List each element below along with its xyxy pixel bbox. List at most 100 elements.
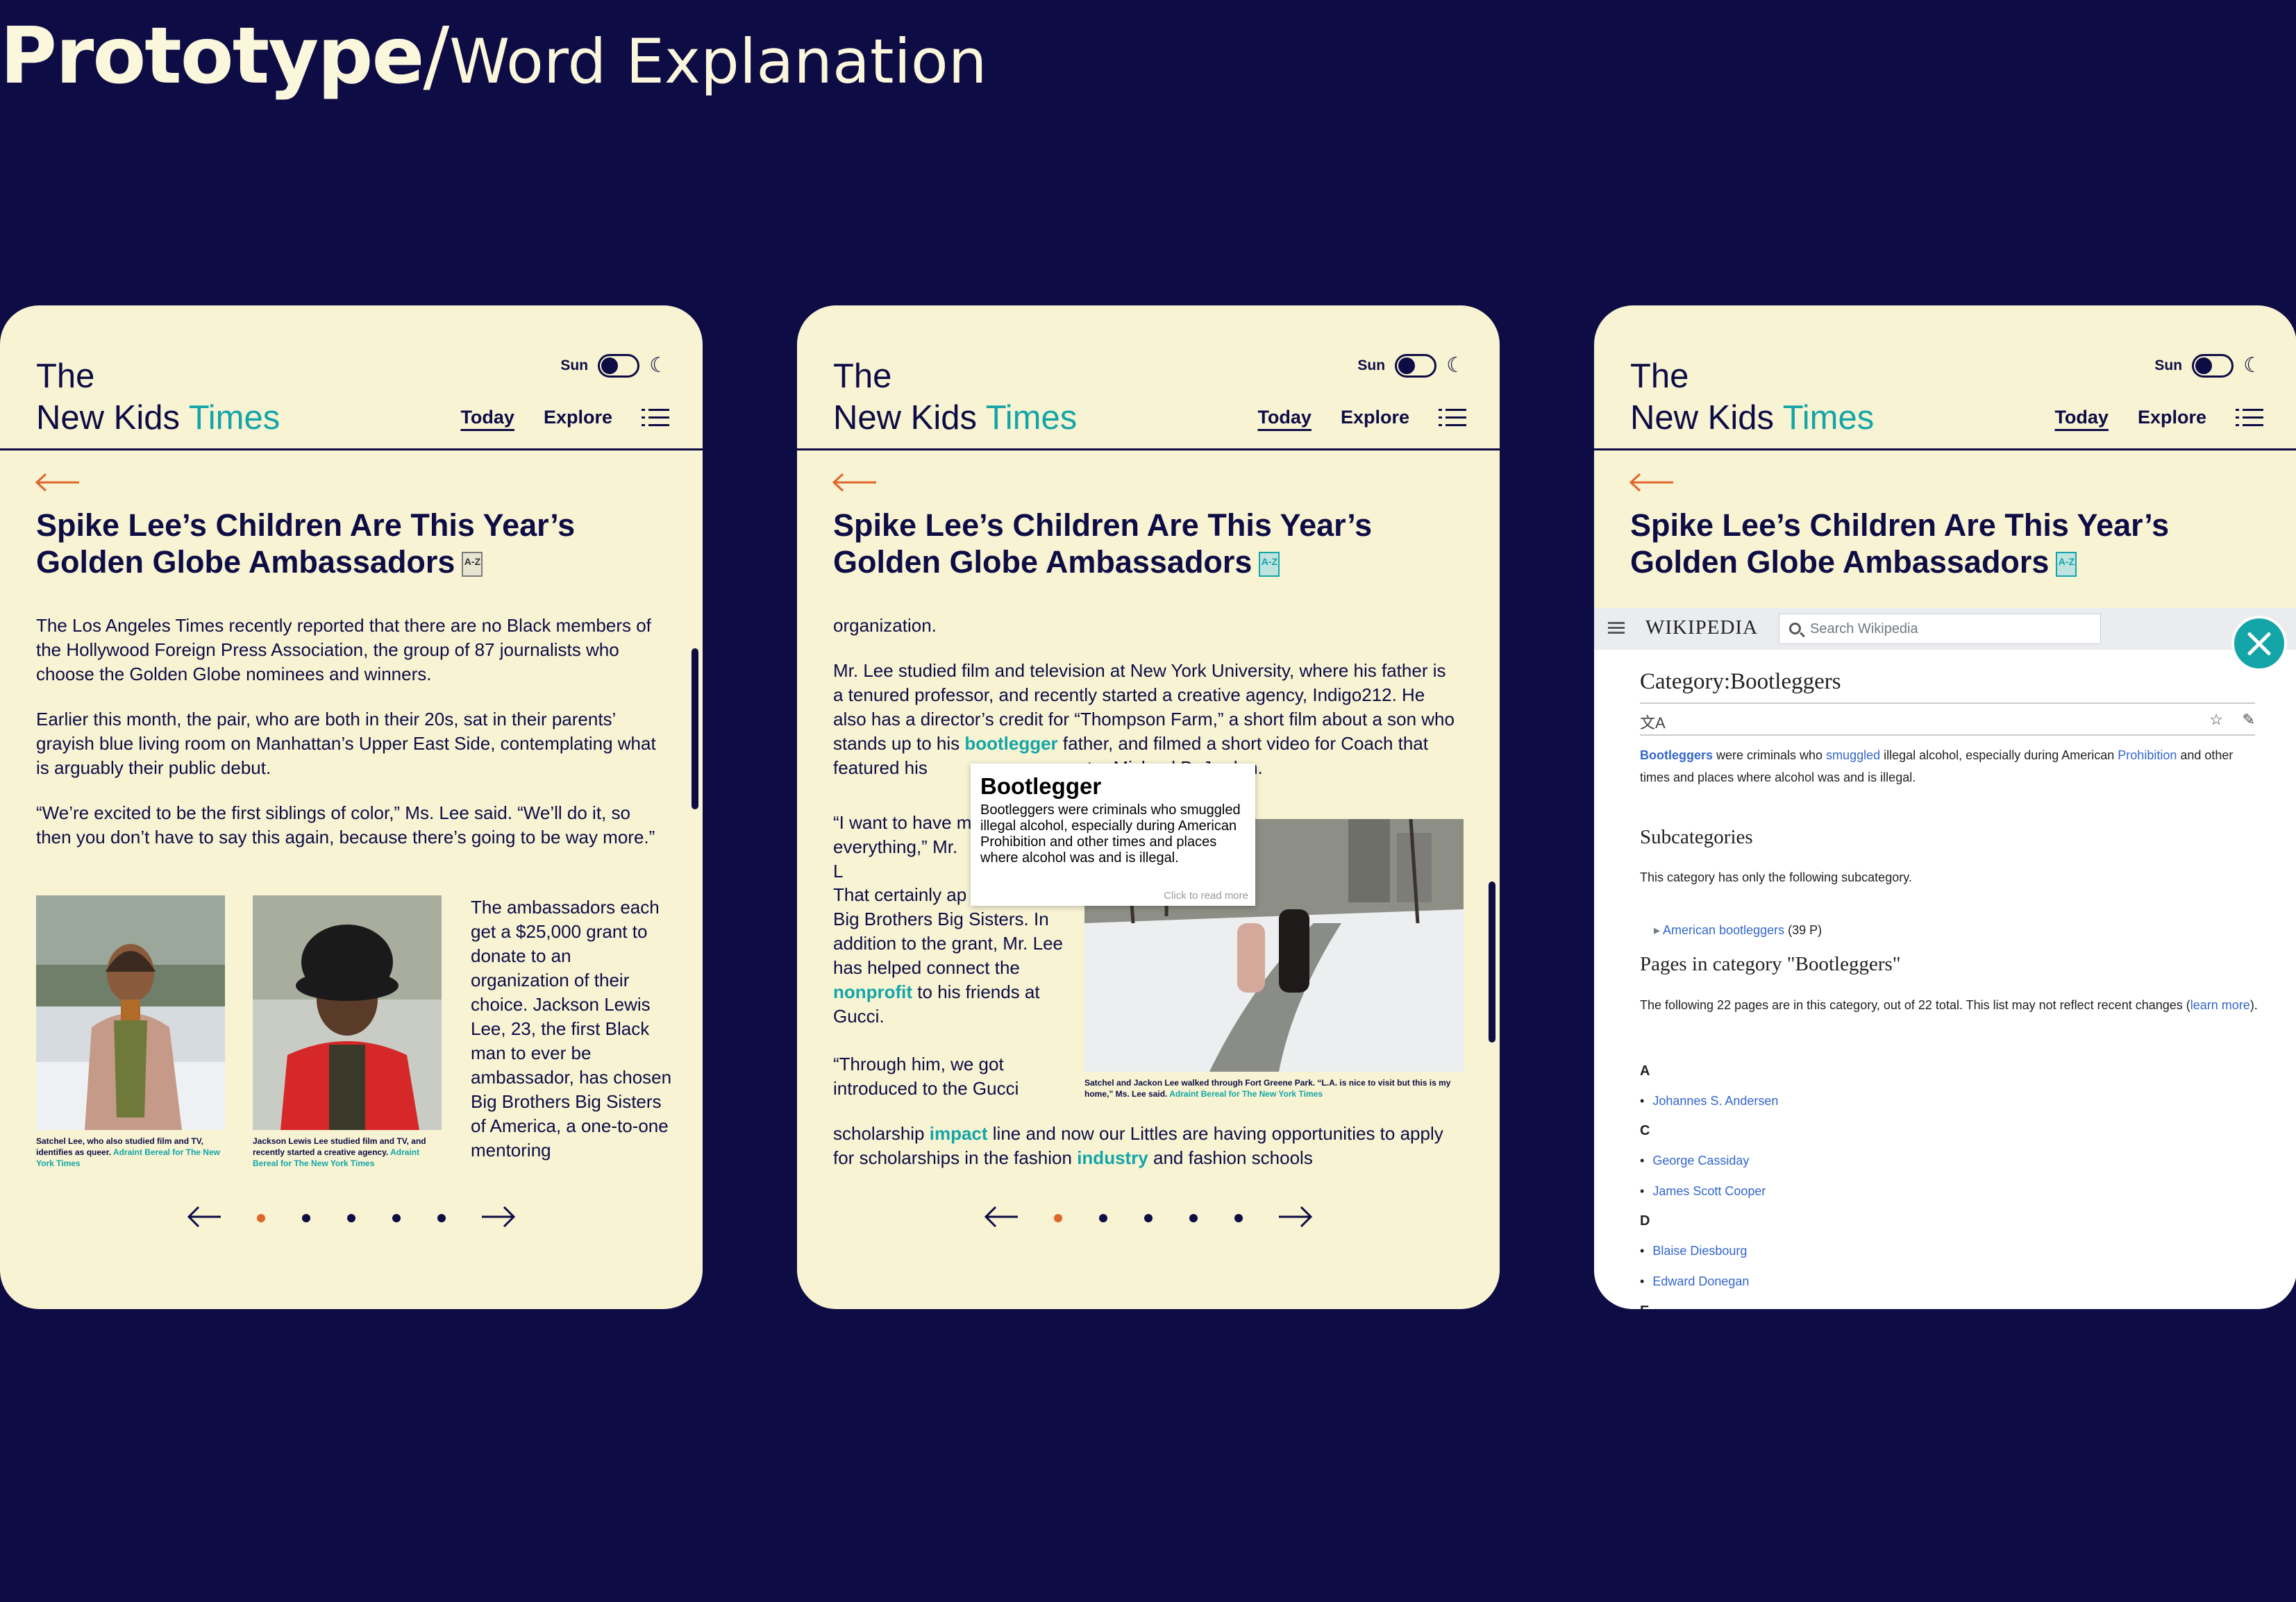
text-run: and fashion schools <box>1148 1147 1313 1168</box>
menu-list-icon[interactable] <box>2236 408 2263 427</box>
photo-caption: Satchel and Jackon Lee walked through Fo… <box>1084 1077 1464 1099</box>
prev-arrow-icon[interactable] <box>186 1204 222 1229</box>
text-line: “Through him, we got introduced to the G… <box>833 1054 1019 1099</box>
article-headline: Spike Lee’s Children Are This Year’s Gol… <box>36 507 675 580</box>
text-run: ). <box>2249 998 2258 1012</box>
page-dot[interactable] <box>347 1214 355 1222</box>
brand-logo[interactable]: The New Kids Times <box>833 355 1077 439</box>
side-column-text: The ambassadors each get a $25,000 grant… <box>471 897 672 1161</box>
subcategory-item: ▸ American bootleggers (39 P) <box>1654 919 2272 941</box>
popup-read-more-link[interactable]: Click to read more <box>1164 890 1248 902</box>
photo-caption: Satchel Lee, who also studied film and T… <box>36 1136 228 1169</box>
paragraph: “We’re excited to be the first siblings … <box>36 802 655 848</box>
edit-pencil-icon[interactable]: ✎ <box>2243 711 2255 729</box>
glossary-word-nonprofit[interactable]: nonprofit <box>833 981 912 1002</box>
search-placeholder: Search Wikipedia <box>1810 621 1918 636</box>
wiki-link[interactable]: learn more <box>2190 998 2250 1012</box>
article-body-column: That certainly ap Big Brothers Big Siste… <box>833 883 1069 1101</box>
wiki-link[interactable]: smuggled <box>1826 748 1880 762</box>
brand-logo[interactable]: The New Kids Times <box>36 355 280 439</box>
translate-icon[interactable]: 文A <box>1640 714 1666 732</box>
page-dot[interactable] <box>1234 1214 1243 1222</box>
slide-title-bold: Prototype <box>0 11 424 101</box>
dictionary-icon[interactable]: A-Z <box>1259 552 1280 577</box>
article-body-continued: “I want to have m everything,” Mr. L <box>833 811 972 884</box>
slide-title-light: Word Explanation <box>449 26 987 97</box>
brand-line1: The <box>1630 357 1689 395</box>
page-dot[interactable] <box>437 1214 446 1222</box>
wiki-menu-icon[interactable] <box>1608 622 1625 634</box>
page-dot[interactable] <box>1189 1214 1198 1222</box>
wiki-list-item[interactable]: Edward Donegan <box>1640 1274 1749 1289</box>
back-arrow-icon[interactable] <box>35 472 81 493</box>
wiki-link[interactable]: American bootleggers <box>1663 923 1784 937</box>
toggle-knob <box>2195 357 2213 374</box>
wikipedia-logo[interactable]: WIKIPEDIA <box>1645 616 1758 639</box>
theme-toggle[interactable] <box>1395 354 1437 378</box>
nav-explore[interactable]: Explore <box>544 407 612 428</box>
brand-accent: Times <box>1782 399 1875 437</box>
paragraph: organization. <box>833 615 937 636</box>
next-arrow-icon[interactable] <box>1277 1204 1314 1229</box>
slide-title-slash: / <box>423 11 450 101</box>
close-icon[interactable] <box>2231 616 2287 671</box>
wiki-list-item[interactable]: Johannes S. Andersen <box>1640 1094 1778 1108</box>
wiki-link[interactable]: Bootleggers <box>1640 748 1713 762</box>
dictionary-icon[interactable]: A-Z <box>2056 552 2077 577</box>
brand-line1: The <box>36 357 95 395</box>
scrollbar[interactable] <box>1489 882 1495 1043</box>
page-dot[interactable] <box>1054 1214 1062 1222</box>
brand-line2: New Kids <box>1630 399 1783 437</box>
text-run: The following 22 pages are in this categ… <box>1640 998 2190 1012</box>
brand-line2: New Kids <box>833 399 986 437</box>
prev-arrow-icon[interactable] <box>983 1204 1019 1229</box>
glossary-word-industry[interactable]: industry <box>1077 1147 1148 1168</box>
subcategories-heading: Subcategories <box>1640 826 1753 848</box>
wiki-link[interactable]: Prohibition <box>2118 748 2177 762</box>
nav-today[interactable]: Today <box>2054 407 2109 428</box>
glossary-word-bootlegger[interactable]: bootlegger <box>964 733 1057 754</box>
definition-popup[interactable]: Bootlegger Bootleggers were criminals wh… <box>971 764 1255 906</box>
wiki-list-item[interactable]: Blaise Diesbourg <box>1640 1244 1747 1258</box>
menu-list-icon[interactable] <box>1439 408 1466 427</box>
wiki-search-input[interactable]: Search Wikipedia <box>1779 614 2101 644</box>
headline-text: Spike Lee’s Children Are This Year’s Gol… <box>833 507 1373 580</box>
glossary-word-impact[interactable]: impact <box>930 1123 988 1144</box>
star-icon[interactable]: ☆ <box>2209 711 2223 729</box>
header-divider <box>0 448 703 450</box>
headline-text: Spike Lee’s Children Are This Year’s Gol… <box>1630 507 2170 580</box>
index-letter: A <box>1640 1063 1650 1079</box>
menu-list-icon[interactable] <box>642 408 669 427</box>
index-letter: D <box>1640 1213 1650 1229</box>
theme-toggle-group: Sun ☾ <box>560 354 668 378</box>
theme-toggle[interactable] <box>598 354 640 378</box>
pagination <box>0 1204 703 1232</box>
nav-explore[interactable]: Explore <box>1341 407 1409 428</box>
brand-accent: Times <box>188 399 280 437</box>
back-arrow-icon[interactable] <box>832 472 878 493</box>
popup-title: Bootlegger <box>980 773 1102 799</box>
brand-accent: Times <box>985 399 1078 437</box>
nav-today[interactable]: Today <box>1257 407 1312 428</box>
page-dot[interactable] <box>257 1214 265 1222</box>
phone-screen-definition-popup: The New Kids Times Sun ☾ Today Explore S… <box>797 305 1500 1309</box>
page-dot[interactable] <box>302 1214 310 1222</box>
next-arrow-icon[interactable] <box>480 1204 517 1229</box>
page-dot[interactable] <box>392 1214 401 1222</box>
brand-logo[interactable]: The New Kids Times <box>1630 355 1874 439</box>
back-arrow-icon[interactable] <box>1629 472 1675 493</box>
toggle-knob <box>601 357 619 374</box>
expand-triangle-icon[interactable]: ▸ <box>1654 923 1663 937</box>
slide-title: Prototype/Word Explanation <box>0 11 987 101</box>
nav-today[interactable]: Today <box>460 407 514 428</box>
wiki-list-item[interactable]: George Cassiday <box>1640 1154 1749 1168</box>
scrollbar[interactable] <box>692 648 698 809</box>
page-dot[interactable] <box>1144 1214 1153 1222</box>
nav-explore[interactable]: Explore <box>2138 407 2206 428</box>
wiki-list-item[interactable]: James Scott Cooper <box>1640 1184 1766 1199</box>
pages-text: The following 22 pages are in this categ… <box>1640 994 2258 1016</box>
page-dot[interactable] <box>1099 1214 1107 1222</box>
theme-toggle[interactable] <box>2192 354 2234 378</box>
theme-toggle-group: Sun ☾ <box>2154 354 2262 378</box>
dictionary-icon[interactable]: A-Z <box>462 552 483 577</box>
